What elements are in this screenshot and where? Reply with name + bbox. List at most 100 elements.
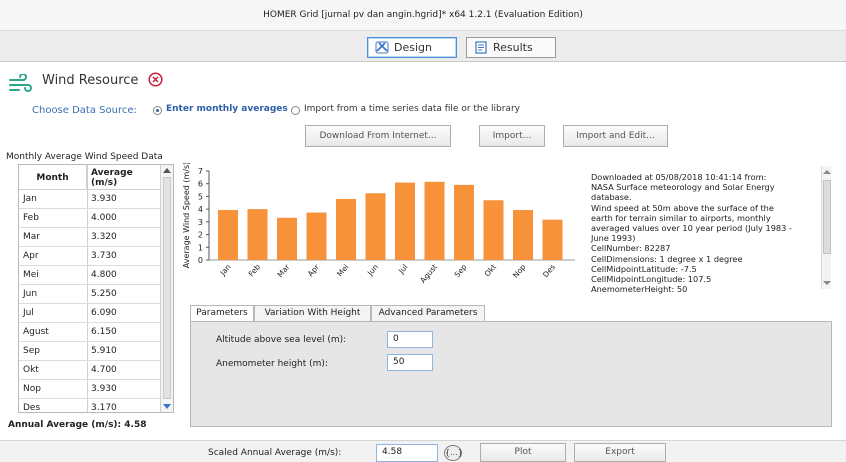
- month-cell: Jul: [23, 308, 34, 318]
- scroll-up-icon[interactable]: [823, 169, 831, 175]
- table-row[interactable]: Mei 4.800: [19, 266, 160, 285]
- annual-average: Annual Average (m/s): 4.58: [8, 420, 147, 430]
- table-row[interactable]: Jul 6.090: [19, 304, 160, 323]
- close-circle-icon[interactable]: [148, 72, 163, 87]
- column-header-average-label: Average (m/s): [91, 167, 133, 188]
- y-tick-label: 1: [198, 243, 203, 252]
- tab-design[interactable]: Design: [367, 37, 457, 58]
- table-row[interactable]: Des 3.170: [19, 399, 160, 412]
- x-tick-label: Feb: [247, 262, 263, 278]
- scrollbar-thumb[interactable]: [823, 180, 831, 254]
- x-tick-label: Jan: [218, 262, 233, 278]
- table-row[interactable]: Okt 4.700: [19, 361, 160, 380]
- x-tick-label: Agust: [418, 262, 439, 284]
- altitude-label: Altitude above sea level (m):: [216, 335, 347, 345]
- scroll-up-icon[interactable]: [163, 167, 171, 174]
- average-cell[interactable]: 4.000: [91, 209, 157, 228]
- month-cell: Okt: [23, 365, 39, 375]
- table-row[interactable]: Agust 6.150: [19, 323, 160, 342]
- section-label: Monthly Average Wind Speed Data: [6, 152, 163, 162]
- table-row[interactable]: Nop 3.930: [19, 380, 160, 399]
- window-title: HOMER Grid [jurnal pv dan angin.hgrid]* …: [263, 10, 583, 20]
- bar-jul: [395, 182, 415, 260]
- y-ticks: 0 1 2 3 4 5 6 7: [198, 167, 209, 265]
- bar-jan: [218, 210, 238, 260]
- y-tick-label: 4: [198, 205, 203, 214]
- average-cell[interactable]: 6.150: [91, 323, 157, 342]
- data-source-label: Choose Data Source:: [32, 105, 137, 116]
- month-cell: Mei: [23, 270, 39, 280]
- x-tick-label: Des: [541, 262, 557, 279]
- tab-variation-with-height[interactable]: Variation With Height: [254, 305, 371, 321]
- table-row[interactable]: Feb 4.000: [19, 209, 160, 228]
- column-header-average: Average (m/s): [87, 165, 160, 190]
- scrollbar-thumb[interactable]: [163, 177, 171, 399]
- month-cell: Jan: [23, 194, 37, 204]
- bar-des: [542, 219, 563, 260]
- tab-results-label: Results: [493, 41, 533, 54]
- table-row[interactable]: Jan 3.930: [19, 190, 160, 209]
- tab-results[interactable]: Results: [466, 37, 556, 58]
- import-and-edit-button[interactable]: Import and Edit...: [563, 125, 668, 147]
- table-scrollbar[interactable]: [160, 165, 173, 412]
- average-cell[interactable]: 4.700: [91, 361, 157, 380]
- tab-parameters[interactable]: Parameters: [190, 305, 254, 321]
- table-header: Month Average (m/s): [19, 165, 160, 190]
- bar-sep: [454, 184, 474, 260]
- month-cell: Nop: [23, 384, 41, 394]
- import-button[interactable]: Import...: [479, 125, 545, 147]
- average-cell[interactable]: 5.250: [91, 285, 157, 304]
- y-tick-label: 2: [198, 231, 203, 240]
- y-tick-label: 7: [198, 167, 203, 176]
- monthly-data-table: Month Average (m/s) Jan 3.930 Feb 4.000 Mar 3…: [18, 164, 174, 413]
- results-icon: [475, 41, 487, 54]
- description-scrollbar[interactable]: [821, 166, 831, 289]
- average-cell[interactable]: 3.930: [91, 190, 157, 209]
- month-cell: Feb: [23, 213, 39, 223]
- table-row[interactable]: Sep 5.910: [19, 342, 160, 361]
- y-tick-label: 6: [198, 180, 203, 189]
- anemometer-height-input[interactable]: 50: [387, 354, 433, 371]
- month-cell: Agust: [23, 327, 49, 337]
- sensitivity-button[interactable]: {...}: [444, 445, 463, 461]
- radio-monthly-averages-label[interactable]: Enter monthly averages: [166, 104, 288, 114]
- bar-apr: [306, 212, 327, 260]
- table-row[interactable]: Apr 3.730: [19, 247, 160, 266]
- export-button[interactable]: Export: [574, 443, 666, 462]
- download-from-internet-button[interactable]: Download From Internet...: [305, 125, 451, 147]
- average-cell[interactable]: 5.910: [91, 342, 157, 361]
- y-axis-label: Average Wind Speed (m/s): [182, 163, 191, 268]
- x-tick-label: Jun: [365, 262, 380, 278]
- scroll-down-icon[interactable]: [823, 280, 831, 286]
- plot-button[interactable]: Plot: [480, 443, 566, 462]
- x-tick-label: Mar: [276, 262, 293, 279]
- radio-import-timeseries[interactable]: [291, 106, 300, 115]
- x-tick-label: Sep: [453, 262, 469, 279]
- x-tick-label: Jul: [396, 263, 409, 276]
- table-row[interactable]: Jun 5.250: [19, 285, 160, 304]
- wind-speed-chart: Average Wind Speed (m/s) 0 1 2 3 4 5 6 7 Jan Feb…: [182, 163, 575, 285]
- x-tick-label: Okt: [483, 262, 498, 278]
- window-title-bar: HOMER Grid [jurnal pv dan angin.hgrid]* …: [0, 0, 846, 31]
- radio-import-timeseries-label[interactable]: Import from a time series data file or t…: [304, 104, 520, 114]
- scaled-average-label: Scaled Annual Average (m/s):: [208, 448, 342, 458]
- y-tick-label: 3: [198, 218, 203, 227]
- parameters-panel: Altitude above sea level (m): 0 Anemomet…: [190, 321, 832, 427]
- average-cell[interactable]: 3.930: [91, 380, 157, 399]
- altitude-input[interactable]: 0: [387, 331, 433, 348]
- average-cell[interactable]: 6.090: [91, 304, 157, 323]
- scaled-average-input[interactable]: 4.58: [376, 444, 438, 462]
- tab-advanced-parameters[interactable]: Advanced Parameters: [371, 305, 485, 321]
- top-tab-bar: Design Results: [0, 31, 846, 62]
- scroll-down-icon[interactable]: [163, 403, 171, 410]
- data-description: Downloaded at 05/08/2018 10:41:14 from: …: [591, 172, 792, 295]
- y-tick-label: 0: [198, 256, 203, 265]
- average-cell[interactable]: 3.170: [91, 399, 157, 412]
- table-row[interactable]: Mar 3.320: [19, 228, 160, 247]
- average-cell[interactable]: 4.800: [91, 266, 157, 285]
- average-cell[interactable]: 3.730: [91, 247, 157, 266]
- radio-monthly-averages[interactable]: [153, 106, 162, 115]
- x-ticks: Jan Feb Mar Apr Mei Jun Jul Agust Sep Okt Nop Des: [218, 262, 558, 285]
- average-cell[interactable]: 3.320: [91, 228, 157, 247]
- month-cell: Jun: [23, 289, 38, 299]
